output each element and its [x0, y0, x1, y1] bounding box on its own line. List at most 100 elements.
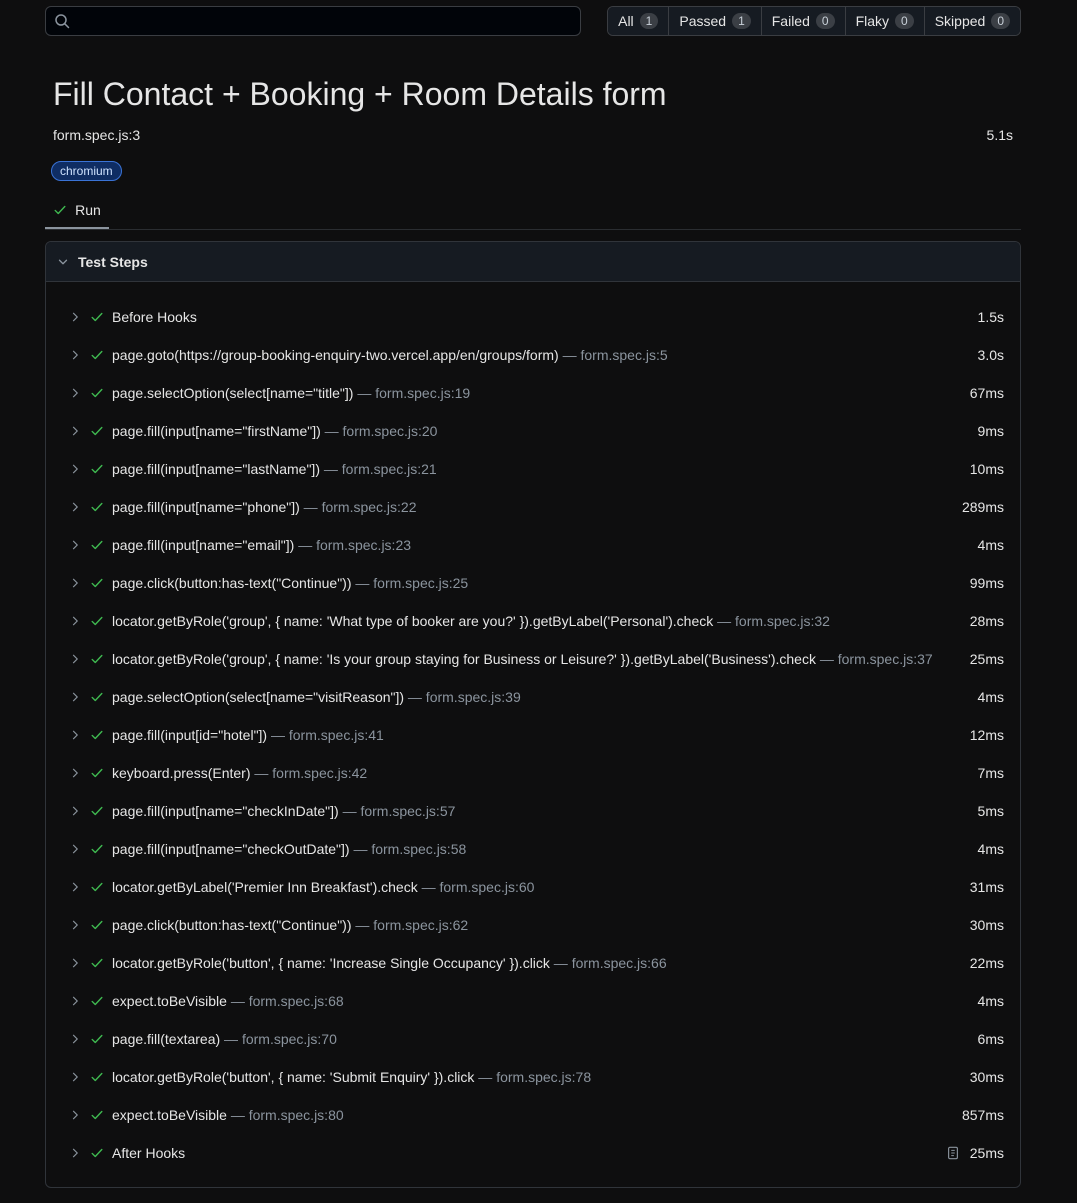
step-title: page.fill(input[name="phone"]) — form.sp… — [112, 499, 417, 515]
step-row[interactable]: page.click(button:has-text("Continue")) … — [46, 906, 1020, 944]
filter-skipped[interactable]: Skipped 0 — [924, 7, 1020, 35]
filter-flaky[interactable]: Flaky 0 — [845, 7, 925, 35]
chevron-right-icon[interactable] — [69, 995, 81, 1007]
step-row[interactable]: page.goto(https://group-booking-enquiry-… — [46, 336, 1020, 374]
step-location[interactable]: — form.spec.js:37 — [816, 651, 933, 667]
step-title-text: expect.toBeVisible — [112, 993, 227, 1009]
step-location[interactable]: — form.spec.js:23 — [294, 537, 411, 553]
chevron-right-icon[interactable] — [69, 843, 81, 855]
chevron-right-icon[interactable] — [69, 767, 81, 779]
filter-passed[interactable]: Passed 1 — [669, 7, 762, 35]
step-title: page.fill(input[name="firstName"]) — for… — [112, 423, 437, 439]
step-title: page.fill(input[name="checkOutDate"]) — … — [112, 841, 466, 857]
chevron-right-icon[interactable] — [69, 1071, 81, 1083]
chevron-right-icon[interactable] — [69, 919, 81, 931]
project-badge[interactable]: chromium — [51, 161, 122, 181]
step-location[interactable]: — form.spec.js:20 — [321, 423, 438, 439]
step-duration: 30ms — [969, 917, 1004, 933]
step-location[interactable]: — form.spec.js:25 — [352, 575, 468, 591]
step-location[interactable]: — form.spec.js:22 — [300, 499, 417, 515]
test-steps-header[interactable]: Test Steps — [46, 242, 1020, 282]
status-filters: All 1 Passed 1 Failed 0 Flaky 0 Skipped … — [607, 6, 1021, 36]
step-location[interactable]: — form.spec.js:68 — [227, 993, 344, 1009]
step-row[interactable]: locator.getByRole('button', { name: 'Sub… — [46, 1058, 1020, 1096]
step-location[interactable]: — form.spec.js:78 — [474, 1069, 591, 1085]
step-duration: 3.0s — [977, 347, 1004, 363]
step-row[interactable]: page.fill(input[name="checkInDate"]) — f… — [46, 792, 1020, 830]
tab-run[interactable]: Run — [45, 192, 109, 229]
step-row[interactable]: Before Hooks 1.5s — [46, 298, 1020, 336]
step-duration: 4ms — [977, 993, 1004, 1009]
step-location[interactable]: — form.spec.js:66 — [550, 955, 667, 971]
step-row[interactable]: locator.getByRole('group', { name: 'Is y… — [46, 640, 1020, 678]
step-title-text: page.fill(input[name="checkOutDate"]) — [112, 841, 350, 857]
step-location[interactable]: — form.spec.js:80 — [227, 1107, 344, 1123]
step-duration: 30ms — [969, 1069, 1004, 1085]
chevron-right-icon[interactable] — [69, 463, 81, 475]
top-bar: All 1 Passed 1 Failed 0 Flaky 0 Skipped … — [45, 6, 1021, 38]
chevron-right-icon[interactable] — [69, 387, 81, 399]
chevron-right-icon[interactable] — [69, 501, 81, 513]
attachment-icon[interactable] — [946, 1146, 960, 1160]
step-location[interactable]: — form.spec.js:41 — [267, 727, 384, 743]
chevron-right-icon[interactable] — [69, 425, 81, 437]
step-duration-wrap: 12ms — [970, 727, 1004, 743]
step-location[interactable]: — form.spec.js:32 — [713, 613, 830, 629]
step-location[interactable]: — form.spec.js:60 — [418, 879, 535, 895]
step-location[interactable]: — form.spec.js:39 — [404, 689, 521, 705]
step-row[interactable]: expect.toBeVisible — form.spec.js:68 4ms — [46, 982, 1020, 1020]
step-row[interactable]: expect.toBeVisible — form.spec.js:80 857m… — [46, 1096, 1020, 1134]
chevron-right-icon[interactable] — [69, 615, 81, 627]
chevron-right-icon[interactable] — [69, 653, 81, 665]
test-location[interactable]: form.spec.js:3 — [53, 127, 140, 143]
step-row[interactable]: page.selectOption(select[name="title"]) … — [46, 374, 1020, 412]
check-icon — [91, 426, 103, 436]
step-location[interactable]: — form.spec.js:62 — [352, 917, 468, 933]
chevron-right-icon[interactable] — [69, 349, 81, 361]
step-row[interactable]: page.fill(input[name="phone"]) — form.sp… — [46, 488, 1020, 526]
step-row[interactable]: keyboard.press(Enter) — form.spec.js:42 7… — [46, 754, 1020, 792]
chevron-right-icon[interactable] — [69, 539, 81, 551]
step-row[interactable]: page.selectOption(select[name="visitReas… — [46, 678, 1020, 716]
chevron-right-icon[interactable] — [69, 729, 81, 741]
step-duration: 5ms — [977, 803, 1004, 819]
chevron-right-icon[interactable] — [69, 1033, 81, 1045]
step-title: page.goto(https://group-booking-enquiry-… — [112, 347, 668, 363]
step-location[interactable]: — form.spec.js:70 — [220, 1031, 337, 1047]
step-duration: 4ms — [977, 537, 1004, 553]
step-duration-wrap: 31ms — [970, 879, 1004, 895]
step-location[interactable]: — form.spec.js:5 — [559, 347, 668, 363]
step-row[interactable]: After Hooks 25ms — [46, 1134, 1020, 1172]
chevron-right-icon[interactable] — [69, 311, 81, 323]
chevron-right-icon[interactable] — [69, 577, 81, 589]
filter-all[interactable]: All 1 — [608, 7, 670, 35]
filter-passed-count: 1 — [732, 13, 751, 29]
step-row[interactable]: page.click(button:has-text("Continue")) … — [46, 564, 1020, 602]
filter-skipped-count: 0 — [991, 13, 1010, 29]
chevron-right-icon[interactable] — [69, 1147, 81, 1159]
step-row[interactable]: page.fill(textarea) — form.spec.js:70 6ms — [46, 1020, 1020, 1058]
step-row[interactable]: locator.getByRole('group', { name: 'What… — [46, 602, 1020, 640]
step-row[interactable]: page.fill(input[name="email"]) — form.sp… — [46, 526, 1020, 564]
step-location[interactable]: — form.spec.js:21 — [320, 461, 437, 477]
step-row[interactable]: locator.getByLabel('Premier Inn Breakfas… — [46, 868, 1020, 906]
step-location[interactable]: — form.spec.js:19 — [353, 385, 470, 401]
step-row[interactable]: page.fill(input[name="lastName"]) — form… — [46, 450, 1020, 488]
search-input[interactable] — [76, 12, 580, 30]
step-location[interactable]: — form.spec.js:57 — [339, 803, 456, 819]
filter-failed[interactable]: Failed 0 — [761, 7, 846, 35]
chevron-right-icon[interactable] — [69, 691, 81, 703]
search-box[interactable] — [45, 6, 581, 36]
step-row[interactable]: locator.getByRole('button', { name: 'Inc… — [46, 944, 1020, 982]
step-row[interactable]: page.fill(input[id="hotel"]) — form.spec… — [46, 716, 1020, 754]
chevron-right-icon[interactable] — [69, 1109, 81, 1121]
step-row[interactable]: page.fill(input[name="checkOutDate"]) — … — [46, 830, 1020, 868]
step-location[interactable]: — form.spec.js:42 — [251, 765, 367, 781]
step-duration: 25ms — [969, 1145, 1004, 1161]
step-location[interactable]: — form.spec.js:58 — [350, 841, 466, 857]
chevron-right-icon[interactable] — [69, 957, 81, 969]
chevron-right-icon[interactable] — [69, 805, 81, 817]
step-row[interactable]: page.fill(input[name="firstName"]) — for… — [46, 412, 1020, 450]
chevron-right-icon[interactable] — [69, 881, 81, 893]
step-duration-wrap: 1.5s — [978, 309, 1004, 325]
